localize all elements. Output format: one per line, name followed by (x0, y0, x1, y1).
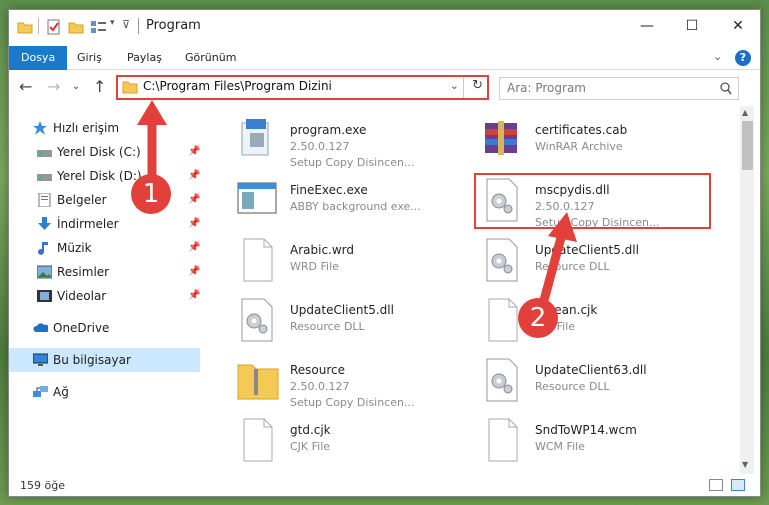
arrow-head-1 (137, 100, 167, 125)
annotation-arrows (137, 100, 577, 309)
arrow-to-dll (538, 229, 567, 309)
arrow-head-2 (548, 212, 577, 242)
step-2-badge: 2 (518, 298, 558, 338)
step-1-badge: 1 (131, 174, 171, 214)
